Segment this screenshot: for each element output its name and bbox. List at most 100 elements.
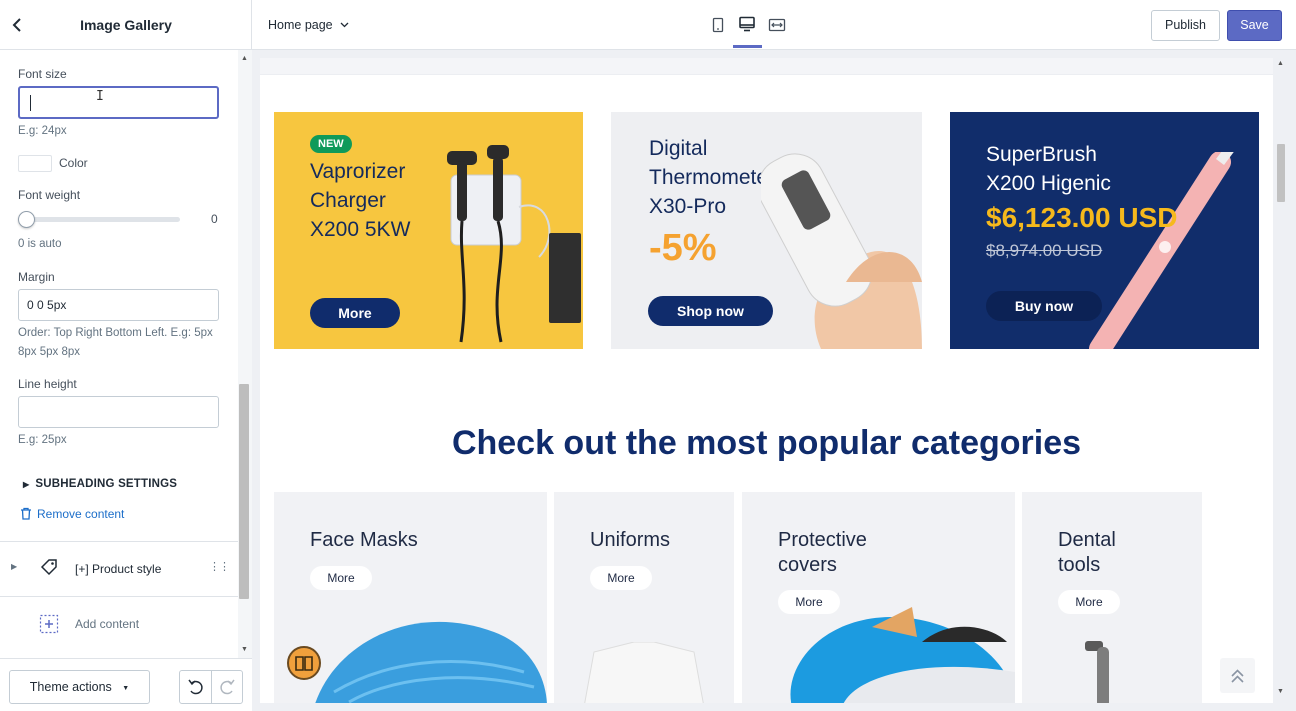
add-content-label: Add content <box>75 617 140 631</box>
category-card-dental-tools[interactable]: Dental tools More <box>1022 492 1202 703</box>
redo-button[interactable] <box>212 671 243 703</box>
page-selector[interactable]: Home page <box>268 17 349 32</box>
save-button[interactable]: Save <box>1227 10 1282 41</box>
shop-now-button[interactable]: Shop now <box>648 296 773 326</box>
category-title-line: Protective <box>778 529 867 551</box>
line-height-label: Line height <box>18 377 77 391</box>
tag-icon <box>39 558 59 583</box>
category-title: Protective covers <box>778 528 867 578</box>
category-more-button[interactable]: More <box>310 566 372 590</box>
scroll-down-icon[interactable]: ▼ <box>241 646 248 653</box>
category-title-line: Uniforms <box>590 529 671 551</box>
dental-drill-image <box>1085 641 1109 703</box>
banner-title-line: X30-Pro <box>649 195 727 218</box>
category-title-line: covers <box>778 554 837 576</box>
thermometer-hand-image <box>761 153 922 349</box>
theme-actions-button[interactable]: Theme actions ▼ <box>9 670 150 704</box>
mobile-view-icon[interactable] <box>710 17 726 33</box>
font-weight-hint: 0 is auto <box>18 238 62 250</box>
publish-button[interactable]: Publish <box>1151 10 1220 41</box>
add-content-item[interactable]: Add content <box>0 611 238 637</box>
trash-icon <box>20 507 32 523</box>
scroll-down-icon[interactable]: ▼ <box>1277 688 1284 695</box>
remove-content-label: Remove content <box>37 507 125 521</box>
category-title: Face Masks <box>310 528 418 553</box>
banner-title-line: Thermometer <box>649 166 776 189</box>
ibeam-cursor-icon: I <box>96 89 104 104</box>
theme-editor: Image Gallery Font size I E.g: 24px Colo… <box>0 0 1296 711</box>
banner-title-line: Digital <box>649 137 708 160</box>
font-weight-slider-thumb[interactable] <box>18 211 35 228</box>
preview-scroll-thumb[interactable] <box>1277 144 1285 202</box>
buy-now-button[interactable]: Buy now <box>986 291 1102 321</box>
sidebar-scrollbar[interactable]: ▲ ▼ <box>238 50 252 658</box>
margin-label: Margin <box>18 270 55 284</box>
redo-icon <box>220 679 235 695</box>
preview-scrollbar[interactable]: ▲ ▼ <box>1274 58 1288 703</box>
sidebar-header: Image Gallery <box>0 0 252 50</box>
undo-button[interactable] <box>180 671 212 703</box>
undo-icon <box>188 679 203 695</box>
sidebar: Image Gallery Font size I E.g: 24px Colo… <box>0 0 252 711</box>
line-height-hint: E.g: 25px <box>18 434 67 446</box>
sidebar-scroll-thumb[interactable] <box>239 384 249 599</box>
desktop-view-icon[interactable] <box>738 15 756 33</box>
sidebar-title: Image Gallery <box>80 17 172 33</box>
banner-thermometer[interactable]: Digital Thermometer X30-Pro -5% Shop now <box>611 112 922 349</box>
banner-toothbrush[interactable]: SuperBrush X200 Higenic $6,123.00 USD $8… <box>950 112 1259 349</box>
banner-vaporizer[interactable]: NEW Vaprorizer Charger X200 5KW More <box>274 112 583 349</box>
color-swatch[interactable] <box>18 155 52 172</box>
margin-hint: Order: Top Right Bottom Left. E.g: 5px 8… <box>18 327 213 358</box>
font-size-label: Font size <box>18 67 67 81</box>
preview-area: NEW Vaprorizer Charger X200 5KW More Dig… <box>252 50 1296 711</box>
sidebar-footer: Theme actions ▼ <box>0 658 252 711</box>
otoscope-product-image <box>447 145 581 343</box>
expand-caret-icon: ▶ <box>11 562 18 571</box>
scroll-up-icon[interactable]: ▲ <box>1277 60 1284 67</box>
category-more-button[interactable]: More <box>590 566 652 590</box>
category-title-line: Face Masks <box>310 529 418 551</box>
face-mask-image <box>315 621 547 703</box>
margin-input[interactable]: 0 0 5px <box>18 289 219 321</box>
category-card-protective-covers[interactable]: Protective covers More <box>742 492 1015 703</box>
banner-title-line: Vaprorizer <box>310 160 406 183</box>
history-buttons <box>179 670 243 704</box>
drag-handle-icon[interactable]: ⋮⋮ <box>209 560 230 573</box>
price-label: $6,123.00 USD <box>986 202 1178 233</box>
color-label: Color <box>59 156 88 170</box>
banner-title: Vaprorizer Charger X200 5KW <box>310 157 410 244</box>
add-section-icon <box>39 614 59 639</box>
category-more-button[interactable]: More <box>1058 590 1120 614</box>
subheading-settings-label: SUBHEADING SETTINGS <box>35 478 178 490</box>
category-title: Uniforms <box>590 528 670 553</box>
banner-title-line: Charger <box>310 189 386 212</box>
active-view-indicator <box>733 45 762 48</box>
double-chevron-up-icon <box>1231 669 1244 683</box>
remove-content-link[interactable]: Remove content <box>20 507 124 523</box>
banner-more-button[interactable]: More <box>310 298 400 328</box>
subheading-settings-toggle[interactable]: ▶ SUBHEADING SETTINGS <box>23 478 177 490</box>
section-heading: Check out the most popular categories <box>451 424 1082 462</box>
divider <box>0 596 238 597</box>
divider <box>0 541 238 542</box>
font-weight-value: 0 <box>211 212 218 226</box>
font-size-input[interactable] <box>18 86 219 119</box>
caret-down-icon: ▼ <box>122 685 130 692</box>
toothbrush-image <box>1089 152 1234 349</box>
line-height-input[interactable] <box>18 396 219 428</box>
discount-label: -5% <box>649 227 717 269</box>
old-price-label: $8,974.00 USD <box>986 241 1103 260</box>
scroll-up-icon[interactable]: ▲ <box>241 55 248 62</box>
font-weight-slider-track[interactable] <box>24 217 180 222</box>
product-style-item[interactable]: ▶ [+] Product style ⋮⋮ <box>0 556 238 582</box>
category-card-uniforms[interactable]: Uniforms More <box>554 492 734 703</box>
back-to-top-button[interactable] <box>1220 658 1255 693</box>
shoe-covers-image <box>790 607 1015 703</box>
fullwidth-view-icon[interactable] <box>768 16 786 34</box>
topbar: Home page Publish Save <box>252 0 1296 50</box>
uniform-image <box>584 642 704 703</box>
page-selector-label: Home page <box>268 18 333 32</box>
book-icon[interactable] <box>287 646 321 680</box>
text-caret <box>30 95 31 111</box>
preview-frame[interactable]: NEW Vaprorizer Charger X200 5KW More Dig… <box>260 58 1273 703</box>
